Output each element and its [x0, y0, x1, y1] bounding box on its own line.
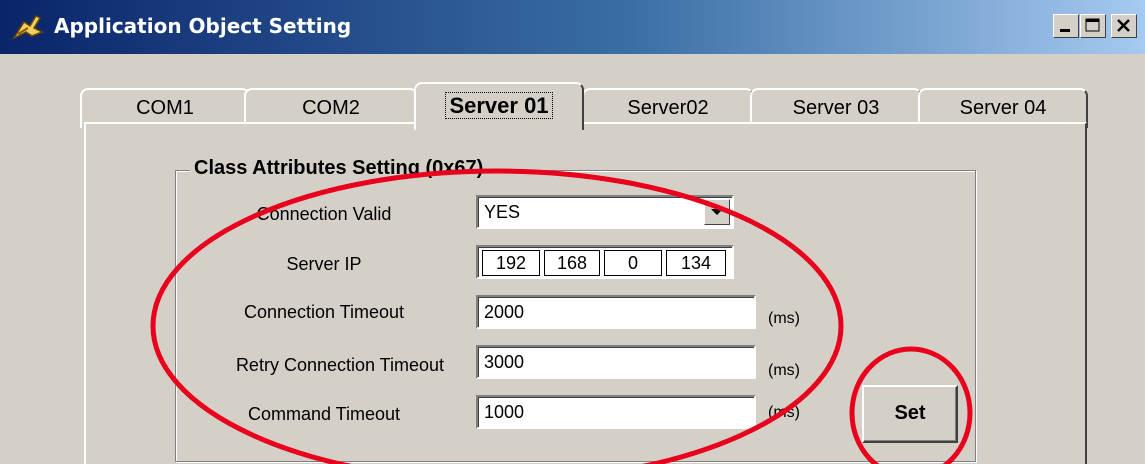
- annotation-ellipse-form: [150, 168, 844, 464]
- tab-server-01[interactable]: Server 01: [414, 82, 584, 130]
- application-window: Application Object Setting COM1 COM2 Ser…: [0, 0, 1145, 464]
- annotation-overlay: [150, 168, 973, 464]
- tab-label: Server 01: [445, 92, 553, 119]
- annotation-ellipse-set: [849, 346, 973, 464]
